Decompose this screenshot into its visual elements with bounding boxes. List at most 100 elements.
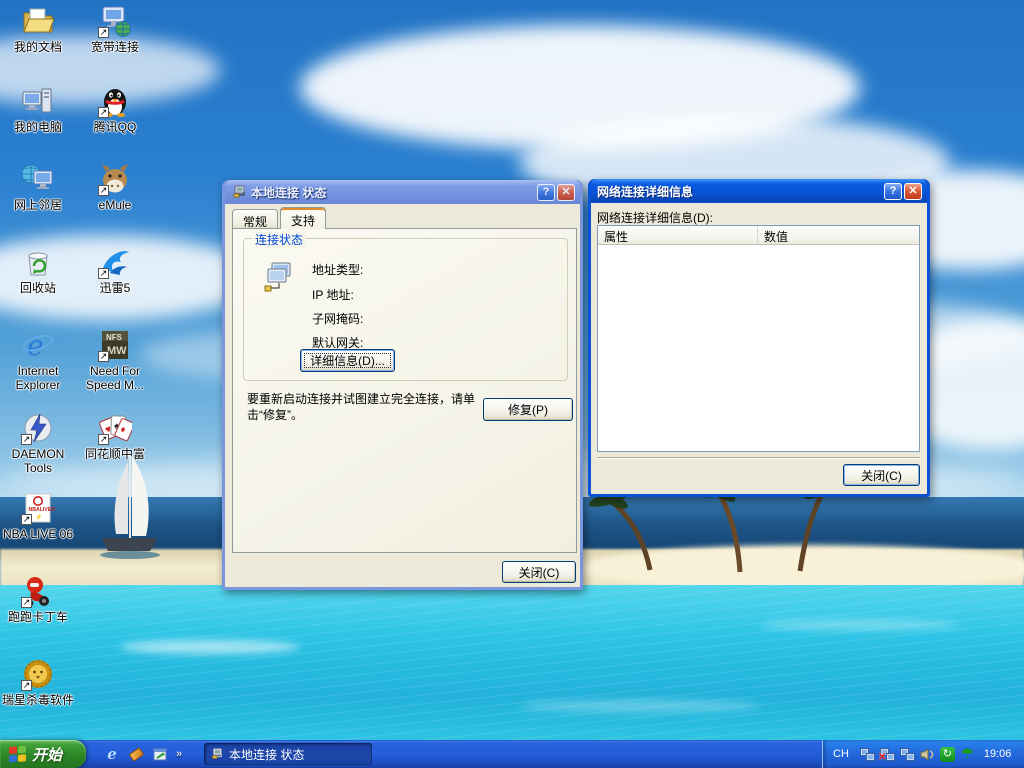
desktop-icon-my-documents[interactable]: 我的文档 [1, 4, 75, 56]
start-label: 开始 [32, 744, 62, 765]
network-connection-icon [231, 184, 247, 200]
window-title: 本地连接 状态 [251, 184, 535, 201]
desktop-icon-thunder5[interactable]: ↗ 迅雷5 [78, 245, 152, 297]
desktop-icon-nba-live[interactable]: NBALIVE06 ⚡ ↗ NBA LIVE 06 [1, 491, 75, 543]
title-bar[interactable]: 本地连接 状态 ? ✕ [225, 180, 580, 204]
desktop-icon-recycle-bin[interactable]: 回收站 [1, 245, 75, 297]
network-icon[interactable] [859, 746, 876, 762]
network-disconnected-icon[interactable]: ✕ [879, 746, 896, 762]
show-desktop-icon[interactable] [128, 746, 144, 762]
local-connection-status-dialog: 本地连接 状态 ? ✕ 常规 支持 连接状态 [222, 180, 583, 590]
desktop-icon-emule[interactable]: ↗ eMule [78, 162, 152, 214]
icon-label: 腾讯QQ [94, 120, 137, 134]
window-with-arrow-icon[interactable] [152, 746, 168, 762]
icon-label: 同花顺中富 [85, 447, 145, 461]
icon-label: eMule [99, 198, 132, 212]
shortcut-arrow-icon: ↗ [21, 680, 32, 691]
shortcut-arrow-icon: ↗ [98, 268, 109, 279]
windows-logo-icon [8, 745, 27, 764]
support-tab-page: 连接状态 地址类型: IP 地址: 子网掩码: 默认网关: 详细信息(D)...… [232, 228, 577, 553]
icon-label: Internet Explorer [1, 364, 75, 392]
connection-status-icon [262, 261, 296, 295]
desktop-icon-popkart[interactable]: ↗ 跑跑卡丁车 [1, 574, 75, 626]
language-indicator[interactable]: CH [833, 748, 849, 760]
icon-label: 我的电脑 [14, 120, 62, 134]
desktop-icon-network-places[interactable]: 网上邻居 [1, 162, 75, 214]
shortcut-arrow-icon: ↗ [98, 107, 109, 118]
separator-line [597, 457, 920, 459]
taskbar: 开始 e » 本地连接 状态 CH [0, 740, 1024, 768]
icon-label: 迅雷5 [100, 281, 131, 295]
close-window-button[interactable]: ✕ [557, 184, 575, 201]
dialog-body: 网络连接详细信息(D): 属性 数值 关闭(C) [591, 203, 927, 494]
details-button[interactable]: 详细信息(D)... [300, 349, 395, 372]
shortcut-arrow-icon: ↗ [21, 597, 32, 608]
shortcut-arrow-icon: ↗ [98, 351, 109, 362]
my-computer-icon [21, 84, 55, 118]
listview-header: 属性 数值 [598, 226, 919, 245]
column-header-value[interactable]: 数值 [758, 226, 919, 245]
connection-status-groupbox: 连接状态 地址类型: IP 地址: 子网掩码: 默认网关: [243, 238, 568, 381]
internet-explorer-icon[interactable]: e [104, 746, 120, 762]
desktop-icon-daemon-tools[interactable]: ↗ DAEMON Tools [1, 411, 75, 477]
icon-label: 瑞星杀毒软件 [2, 693, 74, 707]
icon-label: 宽带连接 [91, 40, 139, 54]
desktop-icon-broadband[interactable]: ↗ 宽带连接 [78, 4, 152, 56]
tray-icons: ✕ ↻ ☂ [859, 746, 976, 762]
task-button-label: 本地连接 状态 [229, 746, 304, 763]
desktop-root: 我的文档 ↗ 宽带连接 我的电脑 ↗ 腾讯 [0, 0, 1024, 768]
internet-explorer-icon: e [21, 328, 55, 362]
close-button[interactable]: 关闭(C) [502, 561, 576, 583]
network-connection-icon [210, 747, 224, 761]
icon-label: 我的文档 [14, 40, 62, 54]
desktop-icon-nfs[interactable]: NFS MW ↗ Need For Speed M... [78, 328, 152, 394]
shortcut-arrow-icon: ↗ [98, 434, 109, 445]
address-type-label: 地址类型: [312, 261, 363, 278]
column-header-property[interactable]: 属性 [598, 226, 758, 245]
ip-address-label: IP 地址: [312, 286, 354, 303]
close-button[interactable]: 关闭(C) [843, 464, 920, 486]
folder-documents-icon [21, 4, 55, 38]
help-button[interactable]: ? [537, 184, 555, 201]
details-listview[interactable]: 属性 数值 [597, 225, 920, 452]
help-button[interactable]: ? [884, 183, 902, 200]
close-window-button[interactable]: ✕ [904, 183, 922, 200]
details-list-label: 网络连接详细信息(D): [597, 209, 713, 226]
icon-label: 网上邻居 [14, 198, 62, 212]
volume-icon[interactable] [919, 746, 936, 762]
umbrella-icon[interactable]: ☂ [959, 746, 976, 762]
desktop-icon-my-computer[interactable]: 我的电脑 [1, 84, 75, 136]
groupbox-title: 连接状态 [252, 231, 306, 248]
green-sync-icon[interactable]: ↻ [939, 746, 956, 762]
network-icon[interactable] [899, 746, 916, 762]
icon-label: 回收站 [20, 281, 56, 295]
recycle-bin-icon [21, 245, 55, 279]
svg-text:e: e [27, 329, 44, 362]
desktop-icon-rising[interactable]: ↗ 瑞星杀毒软件 [1, 657, 75, 709]
desktop-icon-tonghuashun[interactable]: ♥ ♠ ♦ ↗ 同花顺中富 [78, 411, 152, 463]
taskbar-task-local-connection[interactable]: 本地连接 状态 [204, 743, 372, 765]
title-bar[interactable]: 网络连接详细信息 ? ✕ [591, 179, 927, 203]
desktop-icon-internet-explorer[interactable]: e Internet Explorer [1, 328, 75, 394]
tab-support[interactable]: 支持 [280, 207, 326, 229]
tab-strip: 常规 支持 [232, 206, 328, 228]
taskbar-clock: 19:06 [984, 748, 1012, 760]
start-button[interactable]: 开始 [0, 740, 86, 768]
network-places-icon [21, 162, 55, 196]
shortcut-arrow-icon: ↗ [21, 514, 32, 525]
sailboat [86, 448, 170, 570]
svg-text:MW: MW [107, 345, 127, 357]
tab-general[interactable]: 常规 [232, 209, 278, 228]
quick-launch-overflow-chevron[interactable]: » [176, 748, 182, 760]
subnet-mask-label: 子网掩码: [312, 310, 363, 327]
network-details-dialog: 网络连接详细信息 ? ✕ 网络连接详细信息(D): 属性 数值 关闭(C) [588, 179, 930, 497]
window-title: 网络连接详细信息 [597, 183, 882, 200]
quick-launch-bar: e » [96, 740, 200, 768]
svg-text:NBALIVE06: NBALIVE06 [29, 507, 56, 513]
icon-label: NBA LIVE 06 [3, 527, 73, 541]
svg-text:NFS: NFS [106, 333, 123, 342]
desktop-icon-qq[interactable]: ↗ 腾讯QQ [78, 84, 152, 136]
icon-label: 跑跑卡丁车 [8, 610, 68, 624]
svg-text:⚡: ⚡ [35, 513, 42, 521]
repair-button[interactable]: 修复(P) [483, 398, 573, 421]
